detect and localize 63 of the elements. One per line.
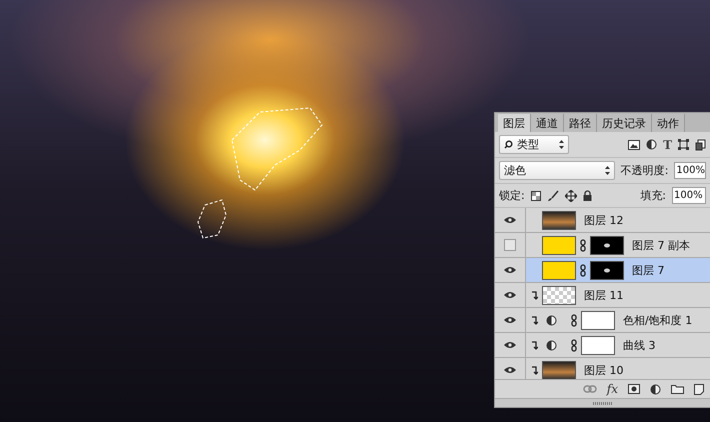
layer-name: 色相/饱和度 1 bbox=[623, 312, 692, 328]
mask-spot-icon bbox=[603, 268, 611, 272]
adjustment-filter-icon bbox=[646, 139, 658, 150]
eye-icon[interactable] bbox=[503, 316, 517, 324]
layer-name: 图层 7 bbox=[632, 262, 664, 278]
link-icon[interactable] bbox=[580, 264, 586, 276]
filter-value: 类型 bbox=[517, 137, 539, 152]
opacity-field[interactable]: 100% bbox=[674, 162, 706, 179]
layer-name: 图层 10 bbox=[584, 362, 624, 378]
layer-row[interactable]: 图层 7 bbox=[495, 258, 710, 283]
layer-row[interactable]: 图层 7 副本 bbox=[495, 233, 710, 258]
stepper-icon bbox=[604, 166, 610, 175]
fill-label: 填充: bbox=[640, 188, 666, 203]
link-icon[interactable] bbox=[571, 314, 577, 326]
layer-thumbnail bbox=[542, 286, 576, 304]
layer-row[interactable]: 图层 11 bbox=[495, 283, 710, 308]
link-icon[interactable] bbox=[571, 338, 577, 352]
folder-icon[interactable] bbox=[671, 384, 684, 394]
layer-row[interactable]: 图层 12 bbox=[495, 208, 710, 233]
brush-icon[interactable] bbox=[546, 190, 559, 202]
lock-icon[interactable] bbox=[582, 190, 592, 201]
layer-mask-thumbnail bbox=[581, 336, 615, 354]
panel-tab[interactable]: 图层 bbox=[498, 114, 531, 132]
eye-icon[interactable] bbox=[503, 341, 517, 349]
adjustment-button-icon bbox=[650, 384, 661, 394]
lock-transparency-icon[interactable] bbox=[530, 190, 541, 200]
type-filter-icon[interactable]: T bbox=[663, 138, 672, 152]
layer-row[interactable]: 曲线 3 bbox=[495, 333, 710, 358]
new-layer-icon[interactable] bbox=[694, 384, 704, 394]
layer-name: 图层 11 bbox=[584, 288, 624, 302]
layer-thumbnail bbox=[542, 210, 576, 230]
search-icon bbox=[504, 140, 513, 149]
opacity-label: 不透明度: bbox=[620, 163, 668, 178]
layer-mask-thumbnail bbox=[581, 310, 615, 330]
layer-name: 图层 7 副本 bbox=[632, 238, 690, 252]
layer-row[interactable]: 色相/饱和度 1 bbox=[495, 308, 710, 333]
stepper-icon bbox=[559, 140, 564, 149]
eye-icon[interactable] bbox=[503, 216, 517, 224]
image-icon[interactable] bbox=[628, 140, 640, 150]
panel-tab[interactable]: 动作 bbox=[652, 114, 685, 132]
layer-name: 图层 12 bbox=[584, 212, 624, 228]
lock-label: 锁定: bbox=[499, 188, 525, 203]
panel-tab[interactable]: 通道 bbox=[531, 114, 564, 132]
eye-icon[interactable] bbox=[503, 291, 517, 299]
eye-icon[interactable] bbox=[503, 366, 517, 374]
link-icon[interactable] bbox=[580, 238, 586, 252]
move-icon[interactable] bbox=[564, 190, 577, 202]
blend-mode-value: 滤色 bbox=[504, 163, 526, 178]
mask-icon[interactable] bbox=[628, 384, 640, 394]
smart-object-icon[interactable] bbox=[695, 138, 706, 150]
blend-mode-dropdown[interactable]: 滤色 bbox=[499, 161, 615, 180]
filter-dropdown[interactable]: 类型 bbox=[499, 135, 569, 154]
fill-field[interactable]: 100% bbox=[672, 187, 706, 204]
fx-button[interactable]: fx bbox=[606, 382, 618, 396]
resize-grip-icon[interactable] bbox=[592, 402, 612, 404]
mask-spot-icon bbox=[603, 242, 611, 248]
eye-icon[interactable] bbox=[503, 266, 517, 274]
panel-tab[interactable]: 历史记录 bbox=[597, 114, 652, 132]
panel-tab[interactable]: 路径 bbox=[564, 114, 597, 132]
layer-name: 曲线 3 bbox=[623, 338, 656, 352]
layer-thumbnail bbox=[542, 360, 576, 379]
selection-outline bbox=[197, 199, 227, 239]
shape-filter-icon[interactable] bbox=[678, 139, 689, 150]
